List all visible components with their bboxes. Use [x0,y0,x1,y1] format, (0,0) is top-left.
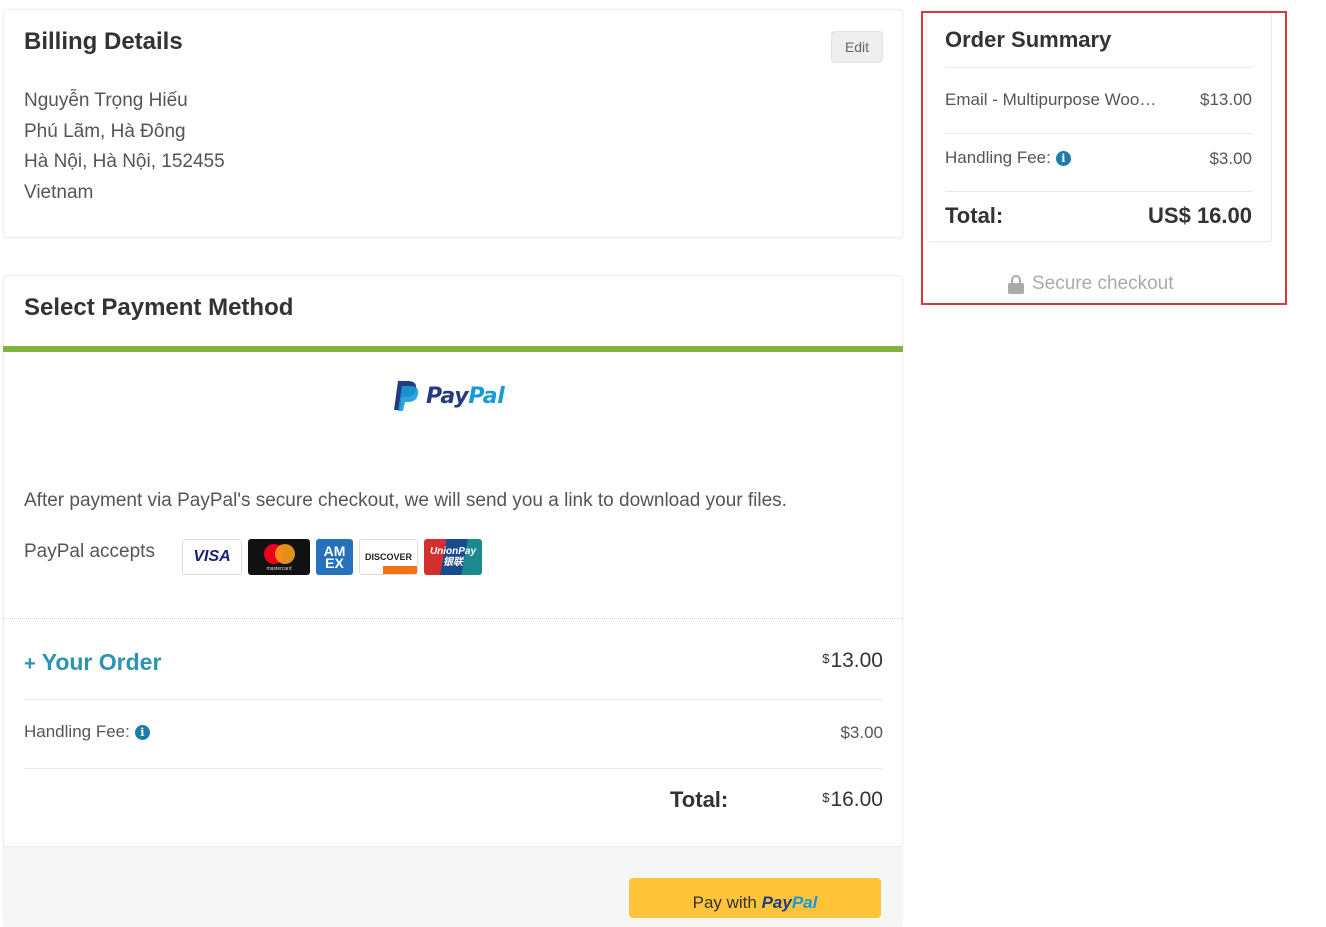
payment-description: After payment via PayPal's secure checko… [24,490,787,511]
section-divider [3,618,903,619]
payment-title: Select Payment Method [24,294,294,321]
row-divider [24,699,882,700]
unionpay-text-1: UnionPay [429,546,477,557]
paypal-logo: PayPal [392,380,505,412]
pay-button-pay: Pay [761,892,792,912]
paypal-logo-pay: Pay [426,383,469,409]
your-order-label: Your Order [41,649,162,675]
unionpay-icon: UnionPay 银联 [424,539,482,575]
mastercard-icon: mastercard [248,539,310,575]
unionpay-text-2: 银联 [443,557,463,568]
total-amount: $16.00 [822,788,883,812]
active-tab-bar [3,346,903,352]
amex-icon: AM EX [316,539,353,575]
billing-details-card: Billing Details Edit Nguyễn Trọng Hiếu P… [3,9,903,238]
handling-fee-label: Handling Fee: [24,722,130,741]
pay-button-pal: Pal [791,892,818,912]
address-street: Phú Lãm, Hà Đông [24,120,186,142]
handling-fee-amount: $3.00 [840,723,883,742]
total-currency: $ [822,790,830,805]
order-amount-value: 13.00 [830,649,883,672]
billing-title: Billing Details [24,28,183,55]
total-label: Total: [670,787,729,812]
info-icon[interactable]: i [134,724,150,740]
edit-billing-button[interactable]: Edit [831,31,883,63]
handling-fee-row: Handling Fee: i [24,722,150,742]
mastercard-text: mastercard [266,566,292,572]
visa-icon: VISA [182,539,242,575]
visa-text: VISA [193,548,231,565]
payment-footer: Pay with PayPal [3,846,903,927]
highlight-frame [921,11,1287,305]
paypal-logo-pal: Pal [468,383,505,409]
address-name: Nguyễn Trọng Hiếu [24,90,188,111]
order-currency: $ [822,651,830,666]
payment-method-card: Select Payment Method PayPal After payme… [3,275,903,927]
billing-address: Nguyễn Trọng Hiếu Phú Lãm, Hà Đông Hà Nộ… [24,86,225,208]
amex-text-2: EX [325,555,344,571]
paypal-p-icon [394,381,419,411]
address-country: Vietnam [24,181,94,203]
accepted-cards: VISA mastercard AM EX DISCOVER UnionPay … [182,539,482,575]
your-order-toggle[interactable]: + Your Order [24,649,161,676]
pay-button-prefix: Pay with [692,892,762,912]
order-amount: $13.00 [822,649,883,673]
pay-with-paypal-button[interactable]: Pay with PayPal [629,878,881,918]
discover-text: DISCOVER [364,552,412,562]
paypal-accepts-label: PayPal accepts [24,541,155,562]
row-divider [24,768,882,769]
plus-icon: + [24,653,36,675]
discover-icon: DISCOVER [359,539,418,575]
address-city: Hà Nội, Hà Nội, 152455 [24,151,225,172]
total-amount-value: 16.00 [830,788,883,811]
